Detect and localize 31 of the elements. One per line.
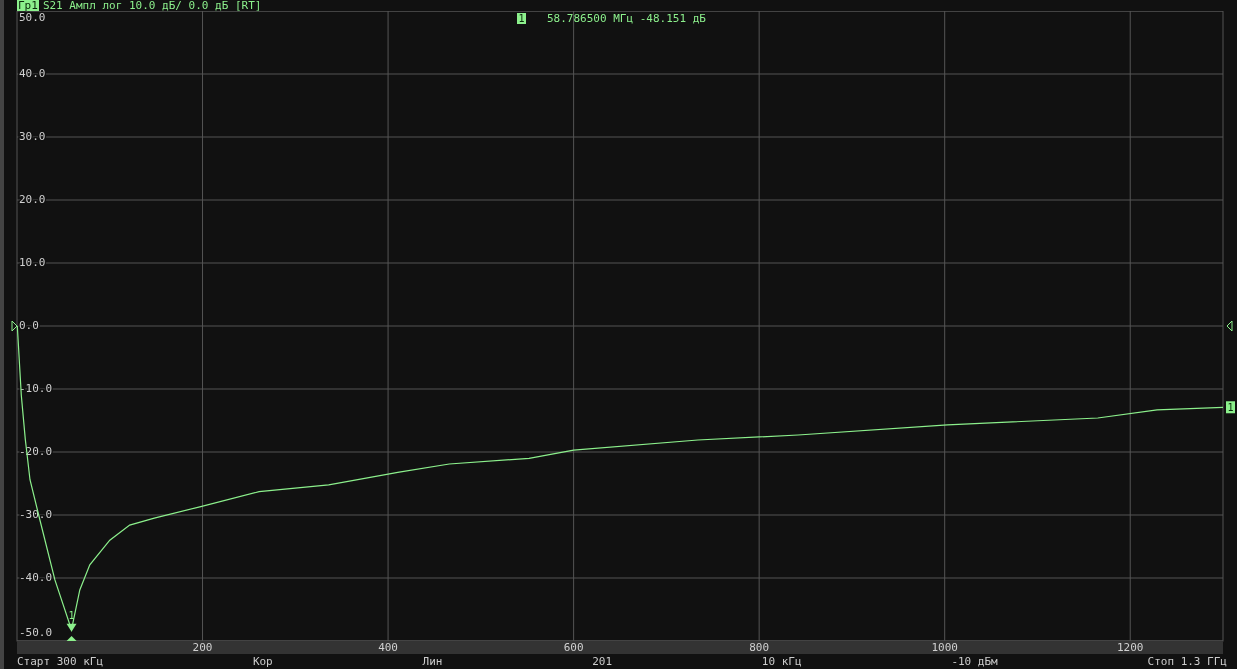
marker-number-badge: 1 bbox=[517, 13, 526, 24]
x-tick-label: 200 bbox=[192, 641, 213, 654]
y-tick-label: 30.0 bbox=[19, 130, 46, 143]
marker-label: 1 bbox=[68, 609, 75, 621]
marker-triangle-icon bbox=[66, 623, 77, 632]
status-text: 10 кГц bbox=[761, 654, 802, 669]
x-tick-label: 600 bbox=[563, 641, 584, 654]
trace-end-badge: 1 bbox=[1226, 401, 1235, 414]
reference-marker-icon bbox=[1226, 320, 1233, 332]
status-text: Кор bbox=[252, 654, 273, 669]
y-tick-label: 10.0 bbox=[19, 256, 46, 269]
y-tick-label: -40.0 bbox=[19, 571, 53, 584]
reference-marker-icon bbox=[11, 320, 18, 332]
graph-badge: Гр1 bbox=[17, 0, 39, 11]
x-tick-label: 1200 bbox=[1117, 641, 1144, 654]
x-tick-label: 1000 bbox=[931, 641, 958, 654]
marker-readout: 58.786500 МГц -48.151 дБ bbox=[547, 12, 706, 25]
x-tick-label: 400 bbox=[378, 641, 398, 654]
y-tick-label: -10.0 bbox=[19, 382, 53, 395]
y-tick-label: 20.0 bbox=[19, 193, 46, 206]
x-tick-label: 800 bbox=[749, 641, 770, 654]
status-text: -10 дБм bbox=[951, 654, 998, 669]
trace-title: S21 Ампл лог 10.0 дБ/ 0.0 дБ [RT] bbox=[42, 0, 262, 11]
status-text: Стоп 1.3 ГГц bbox=[1147, 654, 1227, 669]
status-text: Старт 300 кГц bbox=[17, 654, 104, 669]
status-text: Лин bbox=[422, 654, 443, 669]
y-tick-label: -50.0 bbox=[19, 626, 53, 639]
y-tick-label: 50.0 bbox=[19, 11, 46, 24]
y-tick-label: 40.0 bbox=[19, 67, 46, 80]
status-text: 201 bbox=[592, 654, 613, 669]
y-tick-label: 0.0 bbox=[19, 319, 39, 332]
